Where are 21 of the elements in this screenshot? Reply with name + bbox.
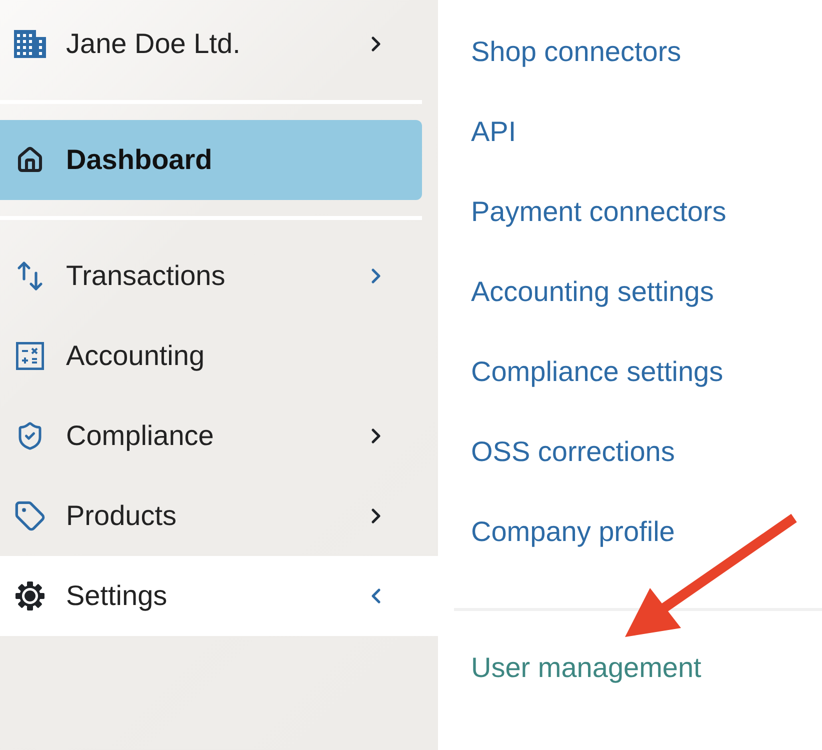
settings-link[interactable]: Company profile — [471, 516, 675, 548]
calculator-icon — [16, 342, 44, 370]
settings-link[interactable]: Shop connectors — [471, 36, 682, 68]
settings-link[interactable]: OSS corrections — [471, 436, 675, 468]
nav-item[interactable]: Products — [0, 476, 422, 556]
nav-item[interactable]: Compliance — [0, 396, 422, 476]
nav-item[interactable]: Settings — [0, 556, 438, 636]
building-icon — [14, 30, 46, 58]
settings-link[interactable]: Accounting settings — [471, 276, 714, 308]
settings-link[interactable]: API — [471, 116, 516, 148]
tag-icon — [14, 500, 46, 532]
gear-icon — [15, 581, 45, 611]
home-icon — [16, 146, 44, 174]
settings-link[interactable]: Compliance settings — [471, 356, 724, 388]
settings-link[interactable]: Payment connectors — [471, 196, 726, 228]
nav-item[interactable]: Dashboard — [0, 120, 422, 200]
company-switcher[interactable]: Jane Doe Ltd. — [0, 0, 422, 88]
nav-item[interactable]: Accounting — [0, 316, 422, 396]
up-down-arrows-icon — [17, 261, 43, 291]
nav-item[interactable]: Transactions — [0, 236, 422, 316]
settings-link[interactable]: User management — [471, 652, 702, 684]
